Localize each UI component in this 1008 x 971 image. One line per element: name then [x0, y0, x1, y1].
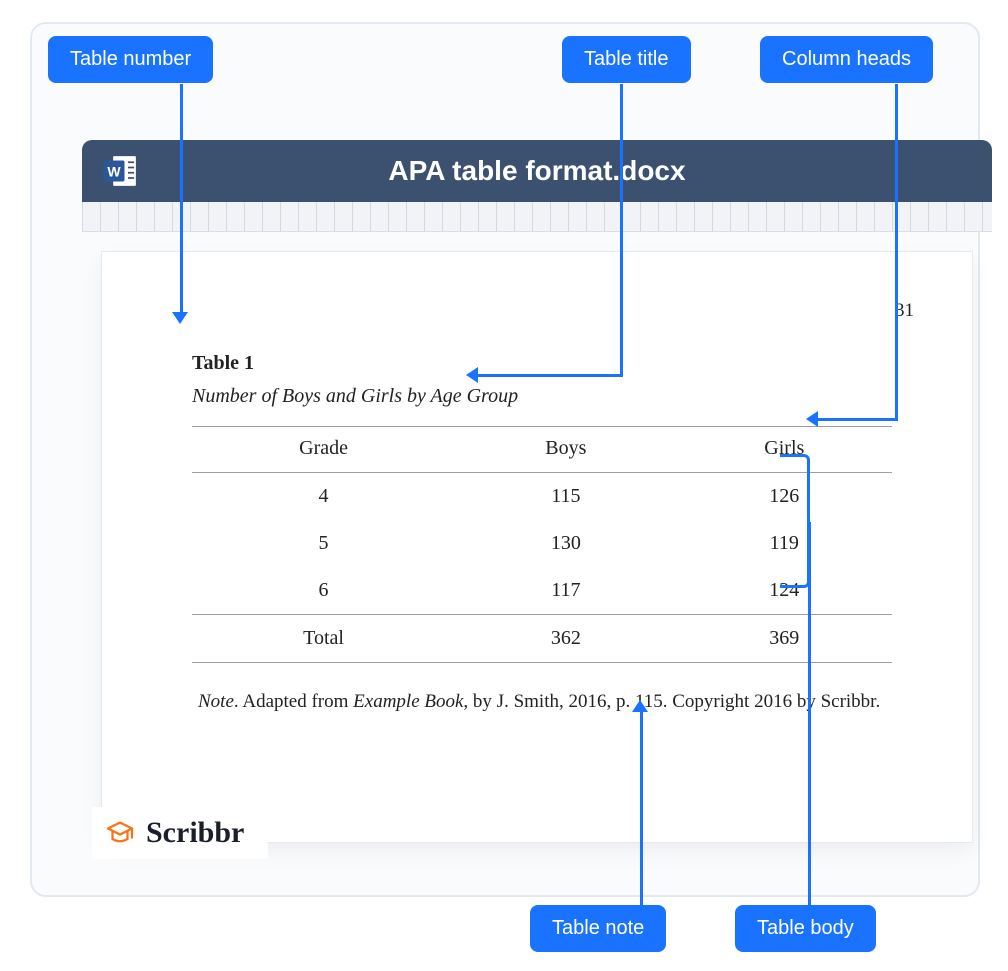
arrow-head-icon	[466, 367, 478, 383]
cell: 115	[455, 473, 676, 521]
document-filename: APA table format.docx	[142, 155, 992, 187]
table-note: Note. Adapted from Example Book, by J. S…	[192, 691, 892, 713]
cell: Total	[192, 615, 455, 663]
cell: 130	[455, 520, 676, 567]
word-icon: W	[100, 150, 142, 192]
cell: 4	[192, 473, 455, 521]
cell: 362	[455, 615, 676, 663]
arrow-head-icon	[172, 312, 188, 324]
arrow-line	[620, 84, 623, 376]
scribbr-icon	[102, 815, 138, 851]
note-label: Note	[198, 691, 234, 712]
cell: 369	[677, 615, 892, 663]
tag-table-note: Table note	[530, 905, 666, 952]
cell: 5	[192, 520, 455, 567]
table-total-row: Total 362 369	[192, 615, 892, 663]
tag-table-title: Table title	[562, 36, 691, 83]
column-head: Grade	[192, 427, 455, 473]
ruler	[82, 202, 992, 232]
bracket	[780, 454, 810, 588]
tag-column-heads: Column heads	[760, 36, 933, 83]
tag-table-number: Table number	[48, 36, 213, 83]
arrow-line	[895, 84, 898, 420]
arrow-head-icon	[632, 700, 648, 712]
tag-table-body: Table body	[735, 905, 876, 952]
arrow-line	[478, 374, 623, 377]
note-text: , by J. Smith, 2016, p. 115. Copyright 2…	[463, 691, 880, 712]
diagram-canvas: W APA table format.docx 31 Table 1 Numbe…	[30, 22, 980, 897]
arrow-line	[640, 712, 643, 906]
arrow-line	[180, 84, 183, 314]
column-head: Boys	[455, 427, 676, 473]
document-page: 31 Table 1 Number of Boys and Girls by A…	[102, 252, 972, 842]
arrow-head-icon	[806, 411, 818, 427]
svg-text:W: W	[107, 163, 121, 179]
cell: 117	[455, 567, 676, 615]
brand-name: Scribbr	[146, 816, 244, 850]
word-titlebar: W APA table format.docx	[82, 140, 992, 202]
note-text: . Adapted from	[234, 691, 353, 712]
table-number-text: Table 1	[192, 352, 892, 375]
arrow-line	[808, 522, 811, 906]
arrow-line	[818, 418, 898, 421]
table-title-text: Number of Boys and Girls by Age Group	[192, 385, 892, 408]
note-book: Example Book	[353, 691, 463, 712]
cell: 6	[192, 567, 455, 615]
brand-logo: Scribbr	[92, 807, 268, 859]
